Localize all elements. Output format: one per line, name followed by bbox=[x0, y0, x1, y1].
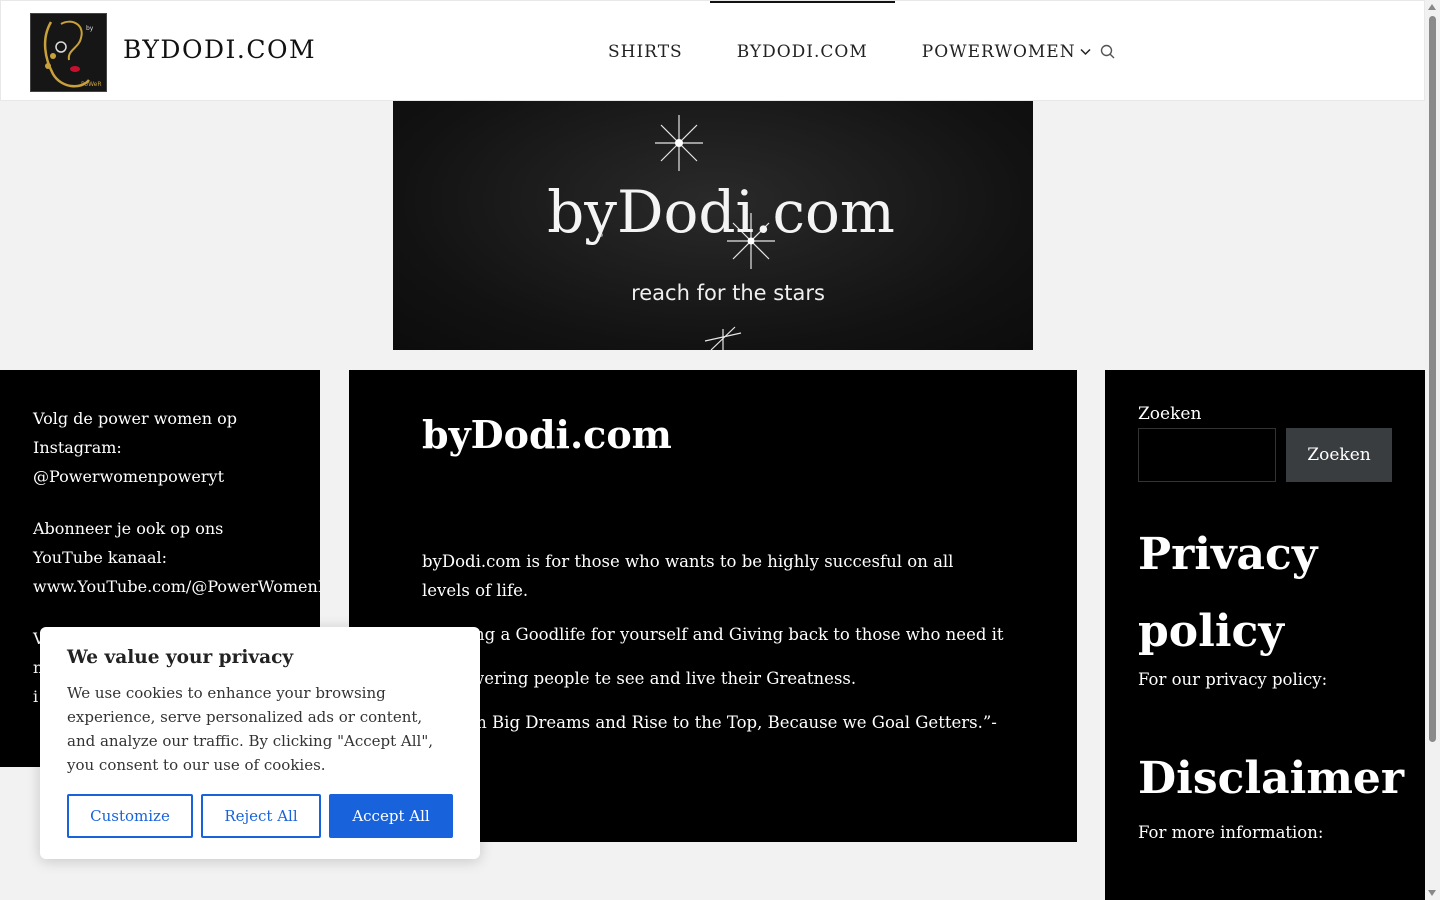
nav-item-powerwomen[interactable]: POWERWOMEN bbox=[895, 1, 1118, 102]
youtube-link[interactable]: www.YouTube.com/@PowerWomenPowerYT bbox=[33, 577, 320, 596]
site-header: by PoWeR BYDODI.COM SHIRTS BYDODI.COM PO… bbox=[0, 0, 1425, 101]
hero-subtitle: reach for the stars bbox=[631, 281, 825, 305]
paragraph: Creating a Goodlife for yourself and Giv… bbox=[422, 625, 1004, 644]
customize-button[interactable]: Customize bbox=[67, 794, 193, 838]
nav-label: SHIRTS bbox=[608, 41, 683, 62]
nav-item-shirts[interactable]: SHIRTS bbox=[581, 1, 710, 102]
search-form: Zoeken bbox=[1138, 428, 1392, 482]
paragraph: byDodi.com is for those who wants to be … bbox=[422, 552, 954, 600]
disclaimer-title: Disclaimer bbox=[1138, 753, 1405, 804]
privacy-text: For our privacy policy: bbox=[1138, 670, 1328, 689]
cookie-title: We value your privacy bbox=[67, 647, 294, 668]
accept-all-button[interactable]: Accept All bbox=[329, 794, 453, 838]
site-title[interactable]: BYDODI.COM bbox=[123, 35, 316, 64]
text-line: i bbox=[33, 687, 39, 706]
search-icon[interactable] bbox=[1099, 43, 1117, 61]
nav-label: BYDODI.COM bbox=[736, 41, 868, 62]
hero-banner: byDodi.com reach for the stars bbox=[393, 101, 1033, 350]
search-label: Zoeken bbox=[1138, 404, 1202, 424]
cookie-text: We use cookies to enhance your browsing … bbox=[67, 684, 433, 774]
right-sidebar: Zoeken Zoeken Privacy policy For our pri… bbox=[1105, 370, 1425, 900]
instagram-text: Volg de power women op Instagram: @Power… bbox=[33, 404, 287, 491]
hero-title: byDodi.com bbox=[547, 178, 895, 246]
scrollbar[interactable] bbox=[1425, 0, 1440, 900]
text-line: YouTube kanaal: bbox=[33, 548, 168, 567]
instagram-handle: @Powerwomenpoweryt bbox=[33, 467, 224, 486]
svg-text:by: by bbox=[86, 25, 94, 32]
chevron-down-icon bbox=[1080, 48, 1091, 55]
scrollbar-thumb[interactable] bbox=[1429, 16, 1436, 742]
scroll-down-icon[interactable] bbox=[1428, 890, 1436, 896]
cookie-banner: We value your privacy We use cookies to … bbox=[40, 627, 480, 859]
paragraph: Empowering people te see and live their … bbox=[422, 669, 857, 688]
nav-item-bydodi[interactable]: BYDODI.COM bbox=[709, 1, 895, 102]
page-title: byDodi.com bbox=[422, 412, 672, 457]
youtube-text: Abonneer je ook op ons YouTube kanaal: w… bbox=[33, 514, 320, 601]
site-logo[interactable]: by PoWeR bbox=[30, 13, 107, 92]
text-line: Abonneer je ook op ons bbox=[33, 519, 224, 538]
scroll-up-icon[interactable] bbox=[1428, 4, 1436, 10]
nav-label: POWERWOMEN bbox=[921, 41, 1076, 62]
cookie-buttons: Customize Reject All Accept All bbox=[67, 794, 453, 838]
svg-text:PoWeR: PoWeR bbox=[81, 81, 102, 88]
quote: “Dream Big Dreams and Rise to the Top, B… bbox=[422, 713, 997, 761]
main-nav: SHIRTS BYDODI.COM POWERWOMEN bbox=[581, 1, 1118, 102]
reject-all-button[interactable]: Reject All bbox=[201, 794, 321, 838]
search-button[interactable]: Zoeken bbox=[1286, 428, 1392, 482]
text-line: Instagram: bbox=[33, 438, 122, 457]
disclaimer-text: For more information: bbox=[1138, 823, 1324, 842]
text-line: Volg de power women op bbox=[33, 409, 237, 428]
privacy-title: Privacy policy bbox=[1138, 529, 1318, 657]
search-input[interactable] bbox=[1138, 428, 1276, 482]
